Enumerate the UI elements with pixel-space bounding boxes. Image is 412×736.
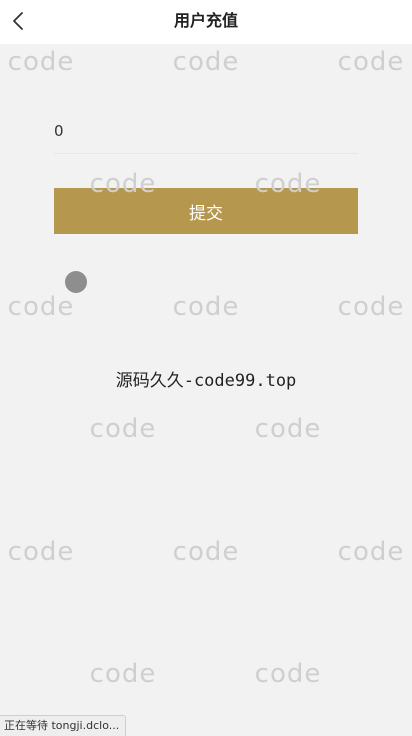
watermark-text: code [172,537,240,567]
watermark-text: code [254,659,322,689]
page-title: 用户充值 [173,11,238,30]
site-text: 源码久久-code99.top [115,371,297,391]
header-bar: 用户充值 [0,0,412,44]
watermark-text: code [337,537,405,567]
watermark-text: code [337,292,405,322]
loading-indicator [65,271,87,293]
watermark-text: code [172,292,240,322]
amount-input[interactable] [54,108,358,154]
page: 用户充值 提交 源码久久-code99.top code code code c… [0,0,412,736]
watermark-text: code [7,292,75,322]
watermark-text: code [7,537,75,567]
watermark-text: code [7,47,75,77]
watermark-text: code [172,47,240,77]
status-bar: 正在等待 tongji.dclo... [0,715,127,736]
watermark-text: code [89,414,157,444]
watermark-text: code [89,659,157,689]
watermark-text: code [337,47,405,77]
submit-button[interactable]: 提交 [54,188,358,234]
watermark-text: code [254,414,322,444]
